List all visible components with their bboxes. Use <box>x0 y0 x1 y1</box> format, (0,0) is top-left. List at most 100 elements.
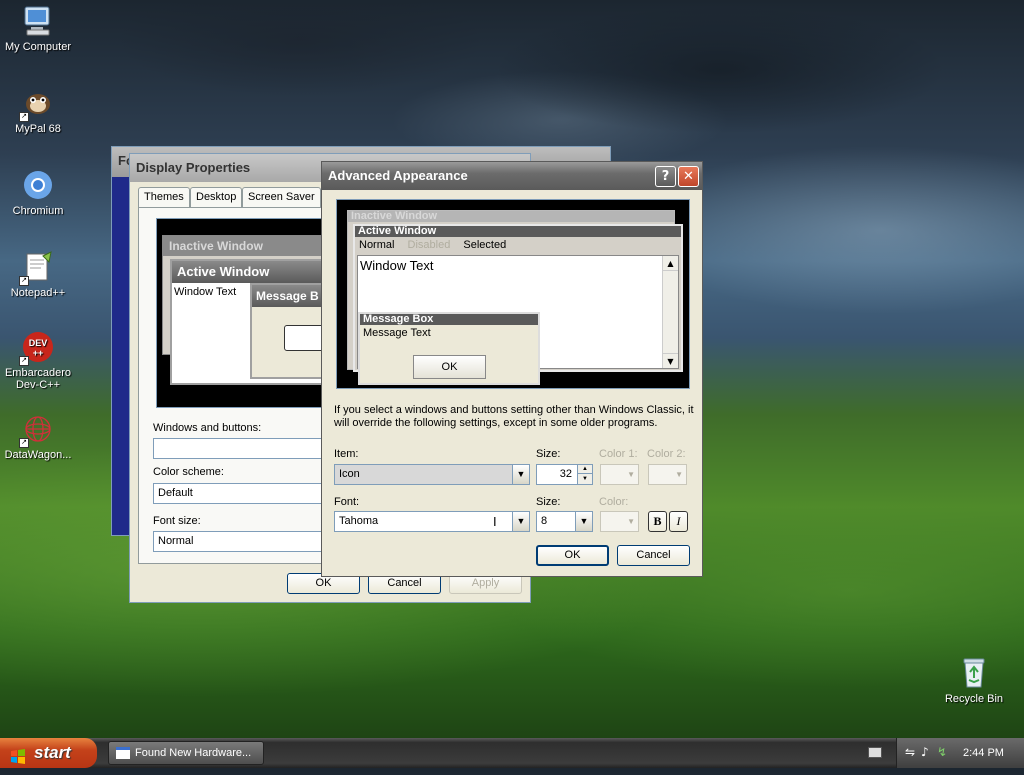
item-select[interactable]: Icon ▼ <box>334 464 530 485</box>
devcpp-badge: DEV <box>29 338 48 348</box>
item-size-stepper[interactable]: 32 ▲ ▼ <box>536 464 593 485</box>
chevron-down-icon: ▼ <box>575 512 592 531</box>
chevron-down-icon: ▼ <box>627 470 635 479</box>
adv-preview-active-title: Active Window <box>355 226 681 237</box>
advanced-cancel-button[interactable]: Cancel <box>617 545 690 566</box>
window-icon <box>116 747 130 759</box>
override-note: If you select a windows and buttons sett… <box>334 404 694 429</box>
font-size-label: Size: <box>536 496 561 508</box>
safely-remove-icon[interactable]: ↯ <box>937 745 947 759</box>
mypal-icon: ↗ <box>19 86 55 122</box>
adv-preview-menubar: Normal Disabled Selected <box>355 237 681 253</box>
desktop-icon-notepadpp[interactable]: ↗ Notepad++ <box>0 250 76 299</box>
devcpp-icon: DEV ++ ↗ <box>19 330 55 366</box>
desktop-icon-mypal[interactable]: ↗ MyPal 68 <box>0 86 76 135</box>
adv-preview-scrollbar: ▲ ▼ <box>662 256 678 368</box>
svg-text:++: ++ <box>33 348 44 358</box>
desktop-icon-datawagon[interactable]: ↗ DataWagon... <box>0 412 76 461</box>
recycle-bin-icon <box>957 656 991 690</box>
text-cursor-icon: I <box>493 514 497 529</box>
datawagon-icon: ↗ <box>19 412 55 448</box>
bold-toggle[interactable]: B <box>648 511 667 532</box>
item-value: Icon <box>339 468 360 480</box>
keyboard-icon[interactable] <box>868 747 882 758</box>
adv-preview-message-box: Message Box Message Text OK <box>358 312 540 385</box>
network-icon[interactable]: ⇋ <box>905 745 915 759</box>
start-button[interactable]: start <box>0 738 97 768</box>
desktop-icon-my-computer[interactable]: My Computer <box>0 4 76 53</box>
system-tray: ⇋ ♪ ↯ 2:44 PM <box>896 738 1024 768</box>
item-size-label: Size: <box>536 448 561 460</box>
chromium-icon <box>21 168 55 202</box>
desktop-icon-devcpp[interactable]: DEV ++ ↗ Embarcadero Dev-C++ <box>0 330 76 391</box>
shortcut-arrow-icon: ↗ <box>19 438 29 448</box>
adv-preview-inactive-title: Inactive Window <box>348 211 674 222</box>
taskbar: start Found New Hardware... ⇋ ♪ ↯ 2:44 P… <box>0 738 1024 768</box>
font-color-picker[interactable]: ▼ <box>600 511 639 532</box>
scroll-up-arrow-icon: ▲ <box>663 256 678 271</box>
item-size-value: 32 <box>559 468 572 480</box>
chevron-down-icon: ▼ <box>627 517 635 526</box>
chevron-down-icon: ▼ <box>675 470 683 479</box>
desktop-icon-label: Recycle Bin <box>944 693 1004 705</box>
adv-preview-ok-button: OK <box>413 355 486 379</box>
font-size-select[interactable]: 8 ▼ <box>536 511 593 532</box>
font-label: Font: <box>334 496 360 508</box>
scroll-down-arrow-icon: ▼ <box>663 353 678 368</box>
font-size-label: Font size: <box>153 515 201 527</box>
shortcut-arrow-icon: ↗ <box>19 112 29 122</box>
chevron-down-icon: ▼ <box>512 465 529 484</box>
background-window-blue-panel <box>112 177 130 535</box>
windows-buttons-label: Windows and buttons: <box>153 422 262 434</box>
advanced-appearance-title: Advanced Appearance <box>328 168 468 183</box>
desktop-icon-label: Notepad++ <box>10 287 66 299</box>
adv-menu-selected: Selected <box>463 239 507 251</box>
tab-desktop[interactable]: Desktop <box>190 187 243 207</box>
desktop-icon-label: DataWagon... <box>4 449 72 461</box>
shortcut-arrow-icon: ↗ <box>19 276 29 286</box>
desktop-icon-recycle-bin[interactable]: Recycle Bin <box>936 656 1012 705</box>
desktop-icon-label: MyPal 68 <box>15 123 61 135</box>
desktop-icon-chromium[interactable]: Chromium <box>0 168 76 217</box>
tab-screen-saver[interactable]: Screen Saver <box>242 187 321 207</box>
chevron-down-icon: ▼ <box>512 512 529 531</box>
adv-menu-normal: Normal <box>359 239 395 251</box>
advanced-ok-button[interactable]: OK <box>536 545 609 566</box>
adv-preview-window-text: Window Text <box>360 258 434 273</box>
desktop-icon-label: Chromium <box>12 205 64 217</box>
font-select[interactable]: Tahoma I ▼ <box>334 511 530 532</box>
font-size-value: Normal <box>158 535 194 547</box>
advanced-appearance-window[interactable]: Advanced Appearance ? ✕ Inactive Window … <box>321 161 703 577</box>
font-value: Tahoma <box>339 515 379 527</box>
help-button[interactable]: ? <box>655 166 676 187</box>
adv-preview-message-text: Message Text <box>363 327 431 339</box>
font-size-value: 8 <box>541 515 548 527</box>
adv-preview-message-title: Message Box <box>360 314 538 325</box>
item-label: Item: <box>334 448 359 460</box>
advanced-appearance-titlebar: Advanced Appearance <box>322 162 702 190</box>
display-properties-title: Display Properties <box>136 160 251 175</box>
spin-up-icon[interactable]: ▲ <box>577 465 592 474</box>
start-label: start <box>34 743 71 762</box>
computer-icon <box>21 4 55 38</box>
color2-label: Color 2: <box>647 448 686 460</box>
italic-toggle[interactable]: I <box>669 511 688 532</box>
advanced-preview: Inactive Window Active Window Normal Dis… <box>336 199 690 389</box>
tab-themes[interactable]: Themes <box>138 187 190 207</box>
desktop-icon-label: Embarcadero Dev-C++ <box>4 367 72 391</box>
desktop-icon-label: My Computer <box>4 41 72 53</box>
spin-down-icon[interactable]: ▼ <box>577 474 592 484</box>
color-scheme-label: Color scheme: <box>153 466 224 478</box>
color-scheme-value: Default <box>158 487 193 499</box>
color2-picker[interactable]: ▼ <box>648 464 687 485</box>
color1-picker[interactable]: ▼ <box>600 464 639 485</box>
volume-icon[interactable]: ♪ <box>921 745 929 759</box>
close-button[interactable]: ✕ <box>678 166 699 187</box>
clock[interactable]: 2:44 PM <box>963 738 1004 768</box>
color1-label: Color 1: <box>599 448 638 460</box>
notepadpp-icon: ↗ <box>19 250 55 286</box>
taskbar-task-found-new-hardware[interactable]: Found New Hardware... <box>108 741 264 765</box>
adv-menu-disabled: Disabled <box>407 239 451 251</box>
windows-logo-icon <box>10 745 26 764</box>
shortcut-arrow-icon: ↗ <box>19 356 29 366</box>
